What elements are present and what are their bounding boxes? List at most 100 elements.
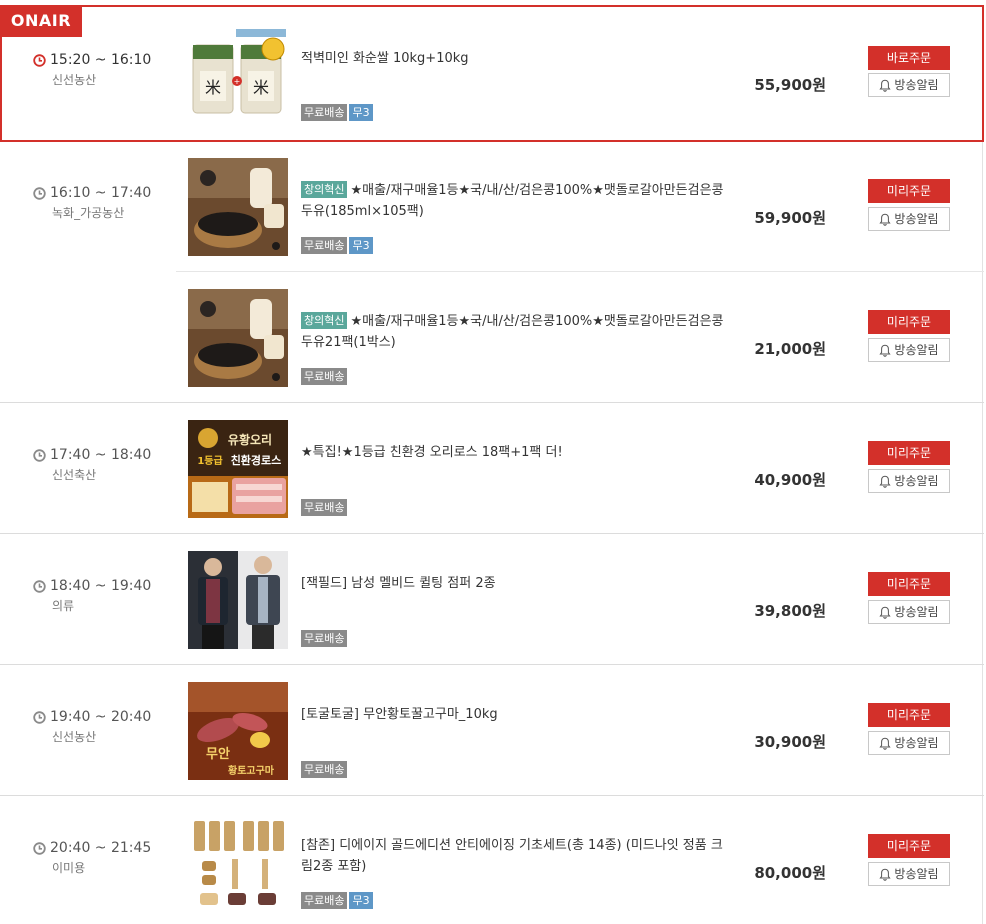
clock-icon <box>33 448 46 462</box>
free-shipping-tag: 무료배송 <box>301 104 348 121</box>
bell-icon <box>879 344 892 357</box>
promo-tag: 창의혁신 <box>301 312 348 329</box>
free-shipping-tag: 무료배송 <box>301 368 348 385</box>
bell-icon <box>879 737 892 750</box>
buy-now-button[interactable]: 바로주문 <box>868 46 950 70</box>
duck-roast-image[interactable]: 유황오리 1등급 친환경로스 <box>188 420 288 518</box>
item-divider <box>176 271 984 272</box>
time-range: 15:20 ~ 16:10 <box>50 52 152 68</box>
category-label: 녹화_가공농산 <box>52 206 125 220</box>
free-shipping-tag: 무료배송 <box>301 761 348 778</box>
product-title[interactable]: [잭필드] 남성 멜비드 퀼팅 점퍼 2종 <box>301 573 731 594</box>
broadcast-alarm-button[interactable]: 방송알림 <box>868 207 950 231</box>
product-title[interactable]: ★특집!★1등급 친환경 오리로스 18팩+1팩 더! <box>301 442 731 463</box>
broadcast-alarm-button[interactable]: 방송알림 <box>868 73 950 97</box>
bell-icon <box>879 475 892 488</box>
free-shipping-tag: 무료배송 <box>301 499 348 516</box>
product-title[interactable]: 창의혁신 ★매출/재구매율1등★국/내/산/검은콩100%★맷돌로갈아만든검은콩두… <box>301 180 731 222</box>
free-shipping-tag: 무료배송 <box>301 237 348 254</box>
clock-icon <box>33 186 46 200</box>
bell-icon <box>879 606 892 619</box>
duck-image-text-line-1: 유황오리 <box>228 432 272 447</box>
preorder-button[interactable]: 미리주문 <box>868 834 950 858</box>
category-label: 신선농산 <box>52 73 97 87</box>
svg-text:米: 米 <box>205 78 221 97</box>
slot-divider <box>0 533 984 534</box>
product-title[interactable]: [참존] 디에이지 골드에디션 안티에이징 기초세트(총 14종) (미드나잇 … <box>301 835 731 877</box>
clock-icon <box>33 579 46 593</box>
alarm-label: 방송알림 <box>894 474 939 488</box>
alarm-label: 방송알림 <box>894 343 939 357</box>
category-label: 신선농산 <box>52 730 97 744</box>
product-price: 39,800원 <box>754 602 826 620</box>
product-price: 55,900원 <box>754 76 826 94</box>
broadcast-alarm-button[interactable]: 방송알림 <box>868 338 950 362</box>
tag-list: 무료배송 <box>301 630 348 647</box>
preorder-button[interactable]: 미리주문 <box>868 703 950 727</box>
time-range: 19:40 ~ 20:40 <box>50 709 152 725</box>
broadcast-schedule: ONAIR 15:20 ~ 16:10 신선농산 米 米 + 적벽미인 화순쌀 … <box>0 0 986 924</box>
slot-divider <box>0 795 984 796</box>
rice-bag-image[interactable]: 米 米 + <box>188 27 288 125</box>
time-slot-3: 18:40 ~ 19:40 의류 <box>33 578 151 614</box>
time-slot-5: 20:40 ~ 21:45 이미용 <box>33 840 151 876</box>
alarm-label: 방송알림 <box>894 605 939 619</box>
bell-icon <box>879 79 892 92</box>
category-label: 신선축산 <box>52 468 97 482</box>
men-jacket-image[interactable] <box>188 551 288 649</box>
alarm-label: 방송알림 <box>894 867 939 881</box>
category-label: 의류 <box>52 599 75 613</box>
bell-icon <box>879 213 892 226</box>
preorder-button[interactable]: 미리주문 <box>868 572 950 596</box>
product-title[interactable]: 적벽미인 화순쌀 10kg+10kg <box>301 48 731 69</box>
sweet-potato-image-text-line-1: 무안 <box>206 746 230 762</box>
clock-icon <box>33 841 46 855</box>
slot-divider <box>0 402 984 403</box>
broadcast-alarm-button[interactable]: 방송알림 <box>868 862 950 886</box>
cosmetics-set-image[interactable] <box>188 813 288 911</box>
interest-free-tag: 무3 <box>349 892 373 909</box>
product-price: 40,900원 <box>754 471 826 489</box>
time-range: 16:10 ~ 17:40 <box>50 185 152 201</box>
black-bean-image[interactable] <box>188 158 288 256</box>
product-title-text: ★매출/재구매율1등★국/내/산/검은콩100%★맷돌로갈아만든검은콩두유(18… <box>301 183 724 219</box>
svg-text:米: 米 <box>253 78 269 97</box>
product-price: 21,000원 <box>754 340 826 358</box>
tag-list: 무료배송 무3 <box>301 892 373 909</box>
tag-list: 무료배송 <box>301 499 348 516</box>
promo-tag: 창의혁신 <box>301 181 348 198</box>
broadcast-alarm-button[interactable]: 방송알림 <box>868 600 950 624</box>
broadcast-alarm-button[interactable]: 방송알림 <box>868 469 950 493</box>
onair-badge: ONAIR <box>0 5 82 37</box>
product-price: 59,900원 <box>754 209 826 227</box>
alarm-label: 방송알림 <box>894 212 939 226</box>
tag-list: 무료배송 <box>301 761 348 778</box>
preorder-button[interactable]: 미리주문 <box>868 179 950 203</box>
time-range: 20:40 ~ 21:45 <box>50 840 152 856</box>
time-slot-1: 16:10 ~ 17:40 녹화_가공농산 <box>33 185 151 221</box>
alarm-label: 방송알림 <box>894 736 939 750</box>
clock-icon <box>33 710 46 724</box>
tag-list: 무료배송 무3 <box>301 104 373 121</box>
duck-image-text-line-2: 1등급 <box>197 455 222 467</box>
product-title-text: ★매출/재구매율1등★국/내/산/검은콩100%★맷돌로갈아만든검은콩두유21팩… <box>301 314 724 350</box>
svg-text:+: + <box>234 77 241 86</box>
product-title[interactable]: [토굴토굴] 무안황토꿀고구마_10kg <box>301 704 731 725</box>
time-slot-4: 19:40 ~ 20:40 신선농산 <box>33 709 151 745</box>
interest-free-tag: 무3 <box>349 237 373 254</box>
free-shipping-tag: 무료배송 <box>301 892 348 909</box>
product-title[interactable]: 창의혁신 ★매출/재구매율1등★국/내/산/검은콩100%★맷돌로갈아만든검은콩두… <box>301 311 731 353</box>
sweet-potato-image[interactable]: 무안 황토고구마 <box>188 682 288 780</box>
product-price: 30,900원 <box>754 733 826 751</box>
duck-image-text-line-3: 친환경로스 <box>231 453 282 467</box>
preorder-button[interactable]: 미리주문 <box>868 310 950 334</box>
product-price: 80,000원 <box>754 864 826 882</box>
clock-icon <box>33 53 46 67</box>
slot-divider <box>0 664 984 665</box>
black-bean-image[interactable] <box>188 289 288 387</box>
time-range: 18:40 ~ 19:40 <box>50 578 152 594</box>
sweet-potato-image-text-line-2: 황토고구마 <box>228 764 275 777</box>
time-range: 17:40 ~ 18:40 <box>50 447 152 463</box>
broadcast-alarm-button[interactable]: 방송알림 <box>868 731 950 755</box>
preorder-button[interactable]: 미리주문 <box>868 441 950 465</box>
